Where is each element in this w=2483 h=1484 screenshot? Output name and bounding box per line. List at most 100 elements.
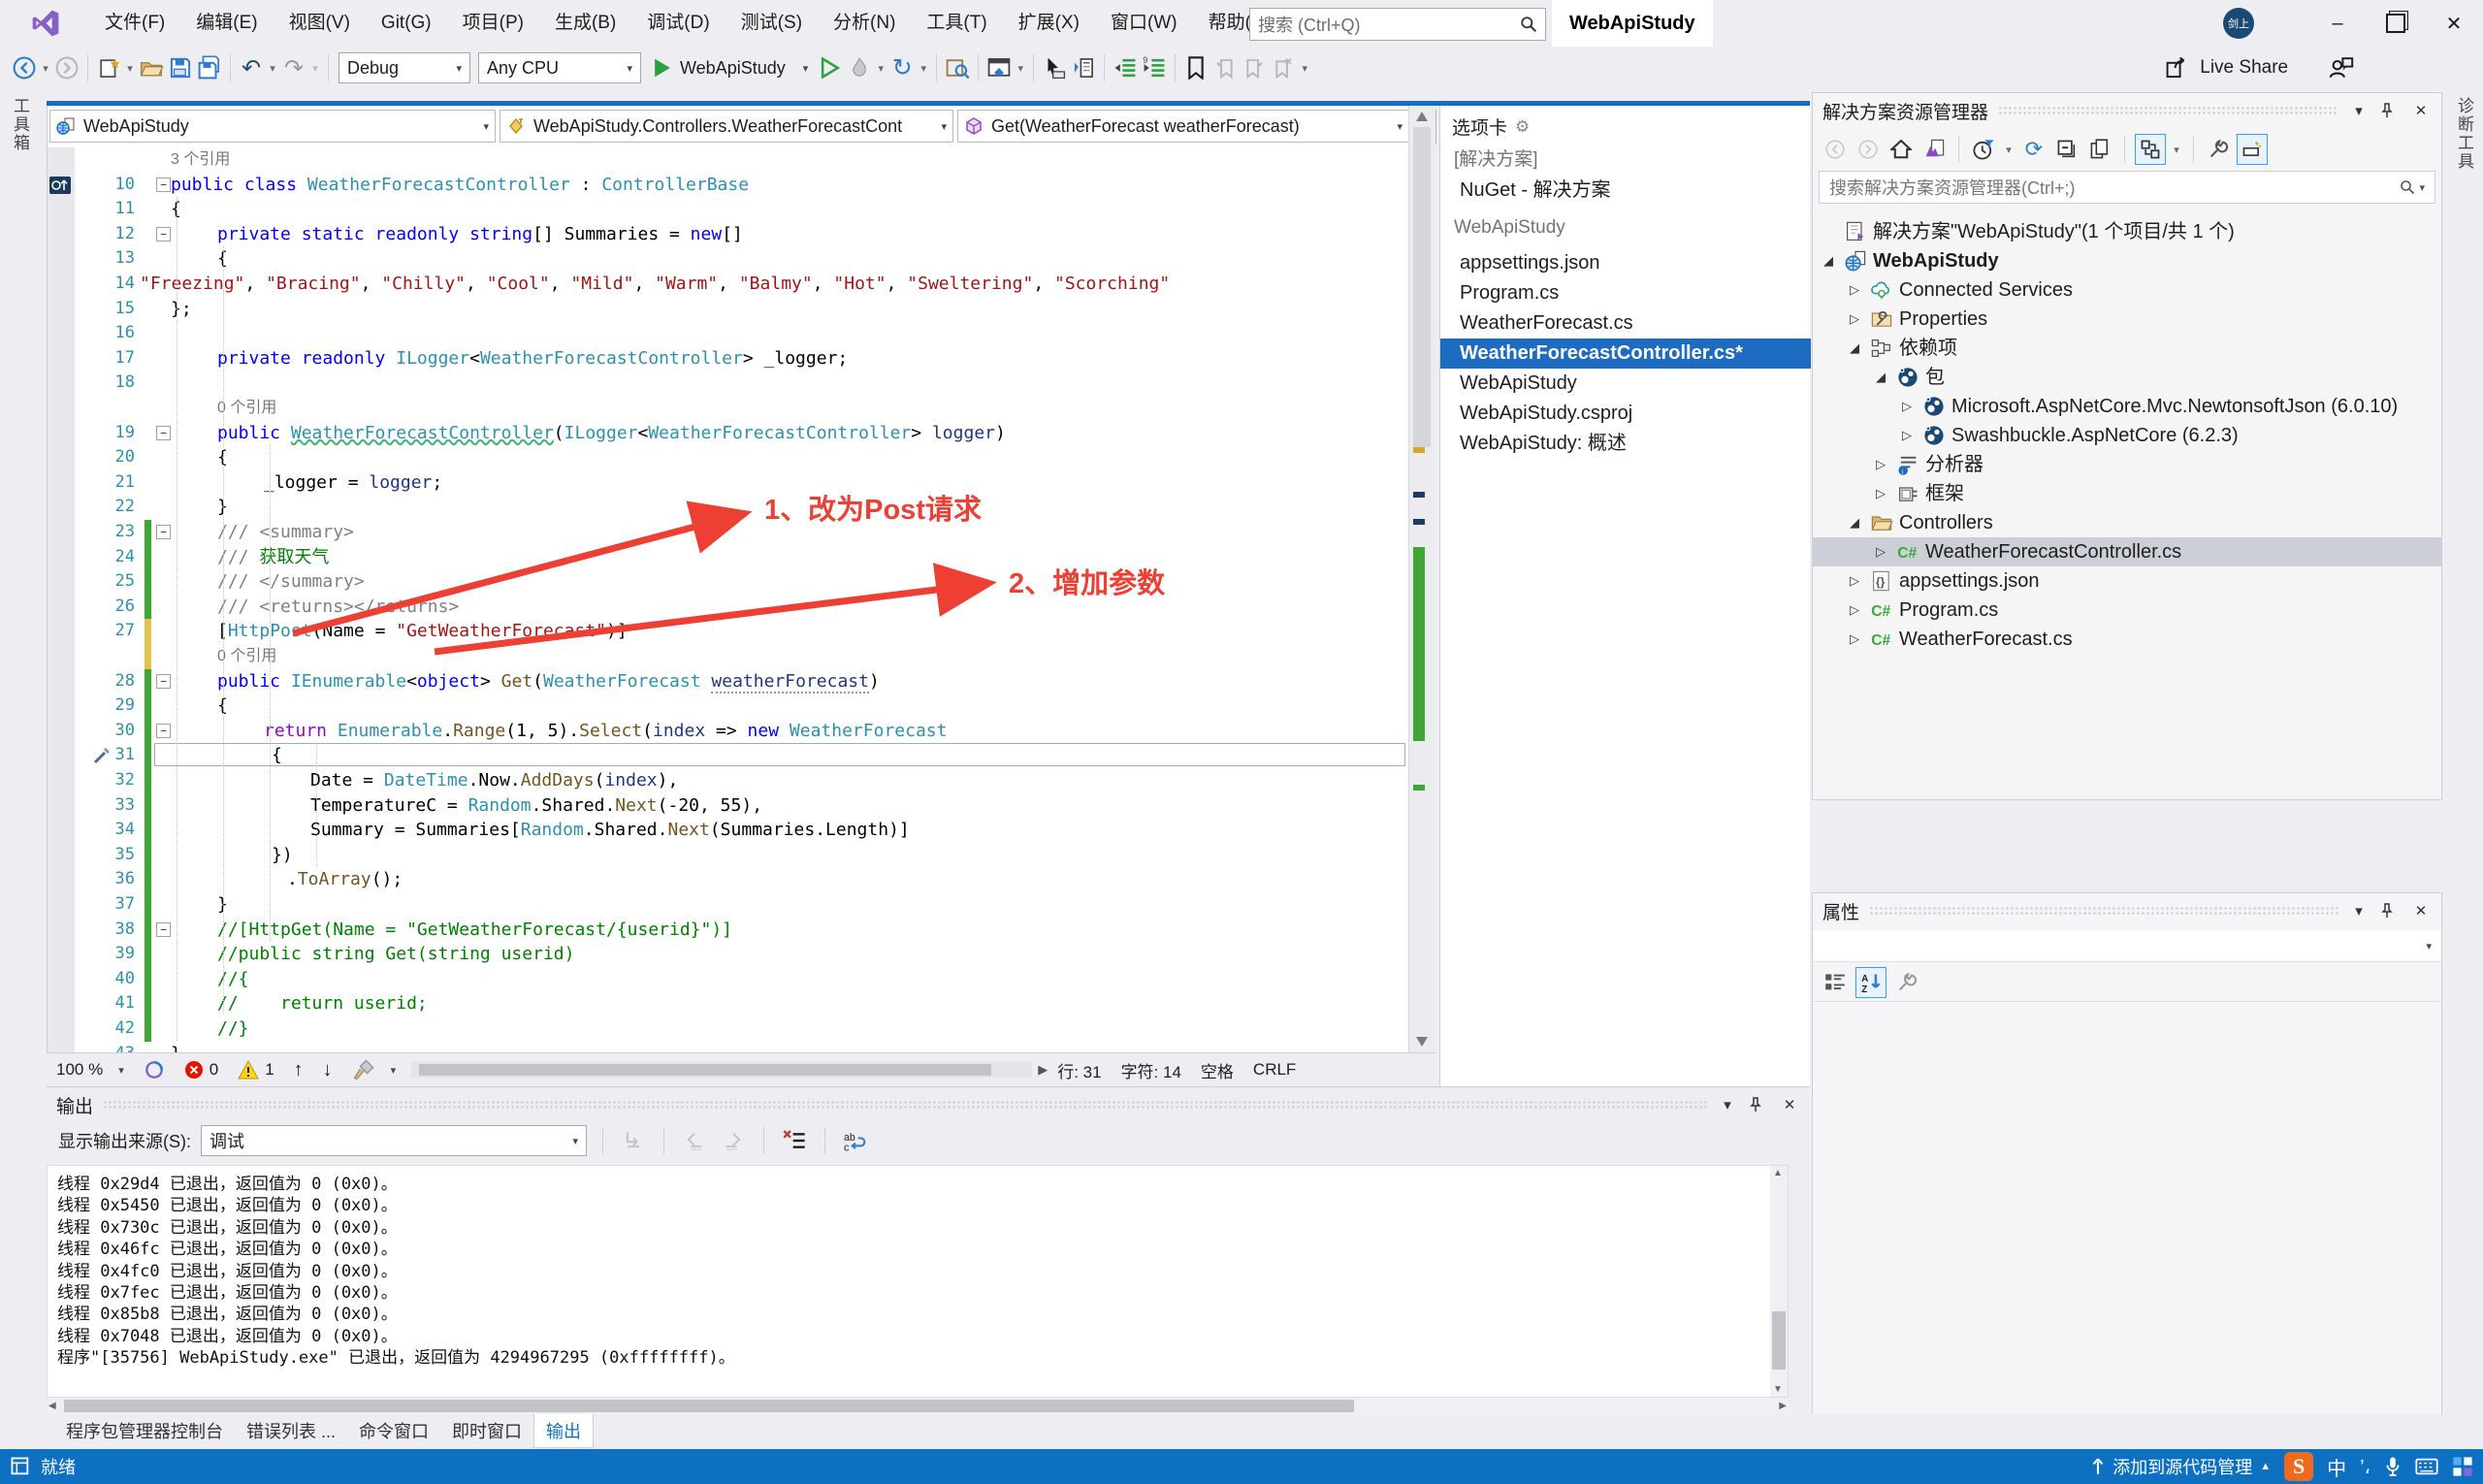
fold-collapse-icon[interactable]: − xyxy=(156,177,171,192)
code-line-23[interactable]: 23 − /// <summary> xyxy=(48,520,1409,545)
start-debug-button[interactable]: WebApiStudy ▾ xyxy=(653,57,808,79)
microphone-icon[interactable] xyxy=(2384,1456,2402,1477)
tree-item-program-cs[interactable]: ▷ C# Program.cs xyxy=(1813,596,2441,625)
next-bookmark-icon[interactable] xyxy=(1240,53,1269,82)
hot-reload-icon[interactable] xyxy=(845,53,874,82)
panel-drag-handle[interactable] xyxy=(1869,906,2338,916)
navbar-type-select[interactable]: WebApiStudy.Controllers.WeatherForecastC… xyxy=(500,110,953,143)
code-line-18[interactable]: 18 xyxy=(48,371,1409,396)
diagnostics-side-tab[interactable]: 诊断工具 xyxy=(2452,97,2476,171)
panel-drag-handle[interactable] xyxy=(103,1100,1707,1110)
menu-11[interactable]: 扩展(X) xyxy=(1003,0,1095,47)
output-hscrollbar[interactable]: ◀ ▶ xyxy=(47,1398,1789,1414)
next-issue-icon[interactable]: ↓ xyxy=(323,1059,333,1081)
open-document-tab[interactable]: WeatherForecastController.cs* xyxy=(1440,339,1811,369)
open-document-tab[interactable]: WeatherForecast.cs xyxy=(1440,308,1811,339)
collapse-all-icon[interactable] xyxy=(2052,135,2081,164)
codelens-link[interactable]: 3 个引用 xyxy=(171,147,230,173)
code-line-17[interactable]: 17 private readonly ILogger<WeatherForeca… xyxy=(48,346,1409,371)
ime-toolbar-icon[interactable] xyxy=(2452,1456,2473,1477)
restart-caret[interactable]: ▾ xyxy=(917,62,930,75)
tree-item--[interactable]: ▷ i 分析器 xyxy=(1813,450,2441,479)
next-message-icon[interactable] xyxy=(719,1126,748,1155)
clear-bookmarks-icon[interactable] xyxy=(1269,53,1298,82)
panel-menu-icon[interactable]: ▾ xyxy=(2348,102,2370,119)
clear-output-icon[interactable] xyxy=(780,1126,809,1155)
menu-10[interactable]: 工具(T) xyxy=(911,0,1002,47)
error-count[interactable]: 0 xyxy=(184,1060,218,1080)
zoom-select[interactable]: 100 % ▾ xyxy=(56,1060,124,1080)
code-line-27[interactable]: 27 [HttpPost(Name = "GetWeatherForecast")… xyxy=(48,619,1409,644)
tree-item--[interactable]: ▷ 框架 xyxy=(1813,479,2441,508)
categorized-icon[interactable] xyxy=(1821,968,1850,997)
expand-arrow-icon[interactable]: ▷ xyxy=(1899,392,1915,421)
code-line-29[interactable]: 29{ xyxy=(48,694,1409,719)
tree-item-connected-services[interactable]: ▷ Connected Services xyxy=(1813,275,2441,305)
properties-wrench-icon[interactable] xyxy=(2204,135,2233,164)
editor-horizontal-scrollbar[interactable] xyxy=(411,1062,1033,1078)
open-document-tab[interactable]: WebApiStudy xyxy=(1440,369,1811,399)
feedback-icon[interactable] xyxy=(2327,53,2356,82)
find-in-files-icon[interactable] xyxy=(943,53,972,82)
code-line-15[interactable]: 15}; xyxy=(48,297,1409,322)
navbar-member-select[interactable]: Get(WeatherForecast weatherForecast) ▾ xyxy=(957,110,1409,143)
toolbox-side-tab[interactable]: 工具箱 xyxy=(8,97,32,152)
tree-item-properties[interactable]: ▷ Properties xyxy=(1813,305,2441,334)
code-line-14[interactable]: 14 "Freezing", "Bracing", "Chilly", "Cool… xyxy=(48,272,1409,297)
panel-menu-icon[interactable]: ▾ xyxy=(1717,1096,1738,1113)
new-project-caret[interactable]: ▾ xyxy=(123,62,137,75)
code-line-31[interactable]: 31{ xyxy=(48,743,1409,768)
code-line-11[interactable]: 11{ xyxy=(48,197,1409,222)
expand-arrow-icon[interactable]: ▷ xyxy=(1873,537,1888,566)
quick-search-input[interactable]: 搜索 (Ctrl+Q) xyxy=(1249,8,1546,41)
code-line-37[interactable]: 37} xyxy=(48,892,1409,918)
restore-button[interactable] xyxy=(2367,0,2425,47)
open-document-tab[interactable]: Program.cs xyxy=(1440,278,1811,308)
code-line-10[interactable]: 10 − public class WeatherForecastControlle… xyxy=(48,173,1409,198)
code-line-13[interactable]: 13{ xyxy=(48,246,1409,272)
expand-arrow-icon[interactable]: ▷ xyxy=(1847,305,1862,334)
codelens-references[interactable]: 0 个引用 xyxy=(48,396,1409,421)
minimize-button[interactable]: – xyxy=(2308,0,2367,47)
expand-arrow-icon[interactable]: ▷ xyxy=(1847,566,1862,596)
codelens-link[interactable]: 0 个引用 xyxy=(217,396,276,421)
code-line-35[interactable]: 35}) xyxy=(48,842,1409,868)
tree-item-controllers[interactable]: ◢ Controllers xyxy=(1813,508,2441,537)
navigate-back-icon[interactable] xyxy=(10,53,39,82)
fold-collapse-icon[interactable]: − xyxy=(156,226,171,242)
bottom-tab-输出[interactable]: 输出 xyxy=(533,1414,595,1448)
tree-item-swashbuckle-aspnetcore-6-2-3-[interactable]: ▷ Swashbuckle.AspNetCore (6.2.3) xyxy=(1813,421,2441,450)
code-line-21[interactable]: 21 _logger = logger; xyxy=(48,470,1409,496)
pending-changes-filter-icon[interactable] xyxy=(1969,135,1998,164)
fold-collapse-icon[interactable]: − xyxy=(156,723,171,738)
preview-selected-icon[interactable] xyxy=(2237,134,2268,165)
undo-caret[interactable]: ▾ xyxy=(266,62,279,75)
solution-search-input[interactable]: 搜索解决方案资源管理器(Ctrl+;) ▾ xyxy=(1819,171,2435,204)
new-project-icon[interactable] xyxy=(94,53,123,82)
refresh-icon[interactable]: ⟳ xyxy=(2019,135,2048,164)
collapse-arrow-icon[interactable]: ◢ xyxy=(1847,508,1862,537)
close-icon[interactable]: ✕ xyxy=(2410,102,2432,119)
save-icon[interactable] xyxy=(166,53,195,82)
open-document-tab[interactable]: WebApiStudy.csproj xyxy=(1440,399,1811,429)
restart-icon[interactable]: ↻ xyxy=(887,53,917,82)
code-line-40[interactable]: 40 //{ xyxy=(48,966,1409,992)
code-line-28[interactable]: 28 − public IEnumerable<object> Get(Weathe… xyxy=(48,668,1409,694)
tree-item--[interactable]: ◢ 依赖项 xyxy=(1813,334,2441,363)
tree-item-weatherforecast-cs[interactable]: ▷ C# WeatherForecast.cs xyxy=(1813,625,2441,654)
prev-message-icon[interactable] xyxy=(680,1126,709,1155)
menu-12[interactable]: 窗口(W) xyxy=(1095,0,1193,47)
se-back-icon[interactable] xyxy=(1821,135,1850,164)
close-icon[interactable]: ✕ xyxy=(1779,1096,1800,1113)
output-vscrollbar[interactable]: ▲ ▼ xyxy=(1770,1166,1788,1397)
code-line-22[interactable]: 22} xyxy=(48,495,1409,520)
scroll-right-icon[interactable]: ▶ xyxy=(1038,1062,1048,1078)
fold-collapse-icon[interactable]: − xyxy=(156,425,171,440)
prev-issue-icon[interactable]: ↑ xyxy=(294,1059,304,1081)
solution-configuration-select[interactable]: Debug ▾ xyxy=(339,52,470,83)
output-text-area[interactable]: 线程 0x29d4 已退出，返回值为 0 (0x0)。 线程 0x5450 已退出… xyxy=(47,1165,1789,1398)
se-home-icon[interactable] xyxy=(1886,135,1916,164)
sync-active-document-icon[interactable] xyxy=(2135,134,2166,165)
tree-item-weatherforecastcontroller-cs[interactable]: ▷ C# WeatherForecastController.cs xyxy=(1813,537,2441,566)
prev-bookmark-icon[interactable] xyxy=(1210,53,1240,82)
